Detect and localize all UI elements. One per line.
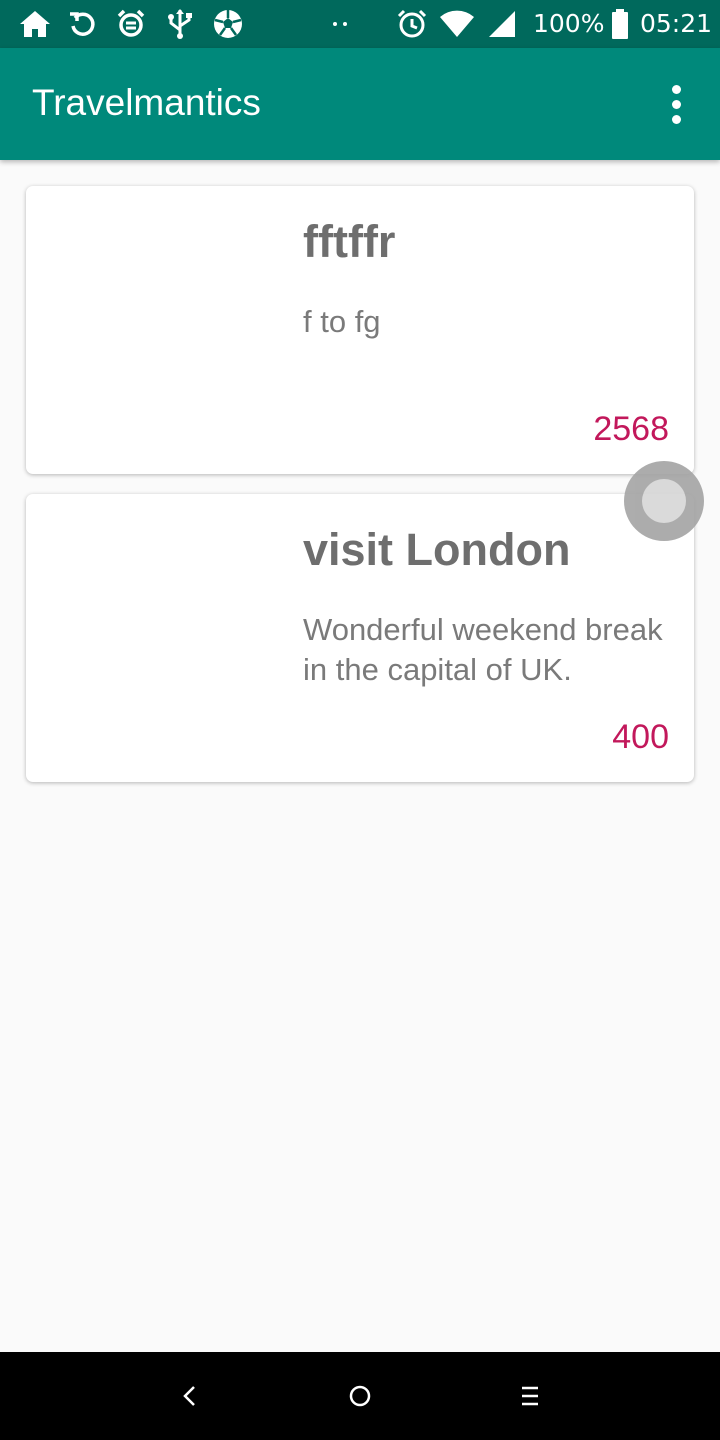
overflow-menu-icon[interactable] <box>652 76 700 132</box>
deal-title: fftffr <box>303 216 396 267</box>
deal-price: 2568 <box>593 410 669 448</box>
cell-signal-icon <box>484 6 520 42</box>
wifi-icon <box>439 6 475 42</box>
app-bar: Travelmantics <box>0 48 720 160</box>
recents-icon[interactable] <box>508 1374 552 1418</box>
battery-percentage: 100% <box>533 9 605 38</box>
home-button-icon[interactable] <box>338 1374 382 1418</box>
home-icon <box>17 6 53 42</box>
battery-icon <box>602 6 638 42</box>
usb-icon <box>162 6 198 42</box>
menu-dot <box>671 114 681 124</box>
deal-card[interactable]: visit London Wonderful weekend break in … <box>26 494 694 782</box>
deal-price: 400 <box>612 718 669 756</box>
deal-card[interactable]: fftffr f to fg 2568 <box>26 186 694 474</box>
sync-icon <box>64 6 100 42</box>
menu-dot <box>671 84 681 94</box>
touch-indicator <box>624 461 704 541</box>
menu-dot <box>671 99 681 109</box>
back-icon[interactable] <box>168 1374 212 1418</box>
deal-description: Wonderful weekend break in the capital o… <box>303 612 663 687</box>
clock-time: 05:21 <box>640 9 713 38</box>
deal-title: visit London <box>303 524 571 575</box>
deal-description: f to fg <box>303 304 381 339</box>
touch-indicator-center <box>642 479 686 523</box>
navigation-bar <box>0 1352 720 1440</box>
status-bar: 100% 05:21 <box>0 0 720 48</box>
alarm-clock-icon <box>113 6 149 42</box>
soccer-ball-icon <box>210 6 246 42</box>
notification-dots-icon <box>322 6 358 42</box>
alarm-icon <box>394 6 430 42</box>
app-title: Travelmantics <box>32 82 261 123</box>
